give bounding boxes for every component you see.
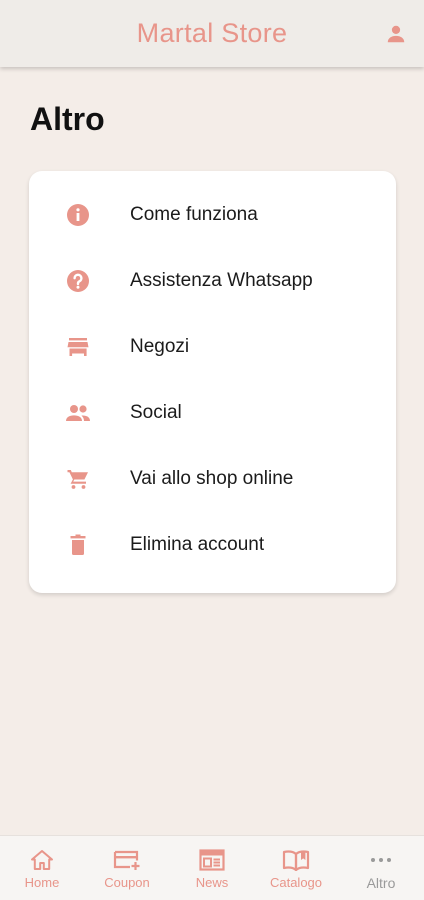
page-title: Altro bbox=[30, 101, 105, 137]
store-icon bbox=[65, 334, 91, 360]
app-header: Martal Store bbox=[0, 0, 424, 67]
menu-card: Come funziona Assistenza Whatsapp Negozi… bbox=[29, 171, 396, 593]
menu-item-shop-online[interactable]: Vai allo shop online bbox=[29, 451, 396, 507]
coupon-icon bbox=[113, 847, 141, 873]
people-icon bbox=[65, 400, 91, 426]
app-title: Martal Store bbox=[136, 18, 288, 48]
book-icon bbox=[282, 847, 310, 873]
user-icon[interactable] bbox=[382, 20, 410, 48]
menu-item-label: Come funziona bbox=[130, 204, 258, 225]
info-icon bbox=[65, 202, 91, 228]
news-icon bbox=[198, 847, 226, 873]
nav-label: Coupon bbox=[104, 875, 150, 890]
menu-item-negozi[interactable]: Negozi bbox=[29, 319, 396, 375]
bottom-navigation: Home Coupon News Catalogo Altro bbox=[0, 835, 424, 900]
home-icon bbox=[28, 847, 56, 873]
menu-item-label: Vai allo shop online bbox=[130, 468, 294, 489]
menu-item-assistenza-whatsapp[interactable]: Assistenza Whatsapp bbox=[29, 253, 396, 309]
menu-item-label: Assistenza Whatsapp bbox=[130, 270, 313, 291]
nav-item-altro[interactable]: Altro bbox=[339, 836, 423, 900]
menu-item-label: Negozi bbox=[130, 336, 190, 357]
menu-item-social[interactable]: Social bbox=[29, 385, 396, 441]
nav-item-catalogo[interactable]: Catalogo bbox=[254, 836, 338, 900]
nav-item-news[interactable]: News bbox=[170, 836, 254, 900]
menu-item-elimina-account[interactable]: Elimina account bbox=[29, 517, 396, 573]
trash-icon bbox=[65, 532, 91, 558]
cart-icon bbox=[65, 466, 91, 492]
nav-label: Catalogo bbox=[269, 875, 323, 890]
nav-label: Home bbox=[24, 875, 60, 890]
menu-item-come-funziona[interactable]: Come funziona bbox=[29, 187, 396, 243]
help-icon bbox=[65, 268, 91, 294]
nav-label: Altro bbox=[366, 875, 396, 891]
nav-label: News bbox=[195, 875, 229, 890]
menu-item-label: Elimina account bbox=[130, 534, 265, 555]
more-dots-icon bbox=[367, 847, 395, 873]
menu-item-label: Social bbox=[130, 402, 182, 423]
nav-item-home[interactable]: Home bbox=[0, 836, 84, 900]
nav-item-coupon[interactable]: Coupon bbox=[85, 836, 169, 900]
